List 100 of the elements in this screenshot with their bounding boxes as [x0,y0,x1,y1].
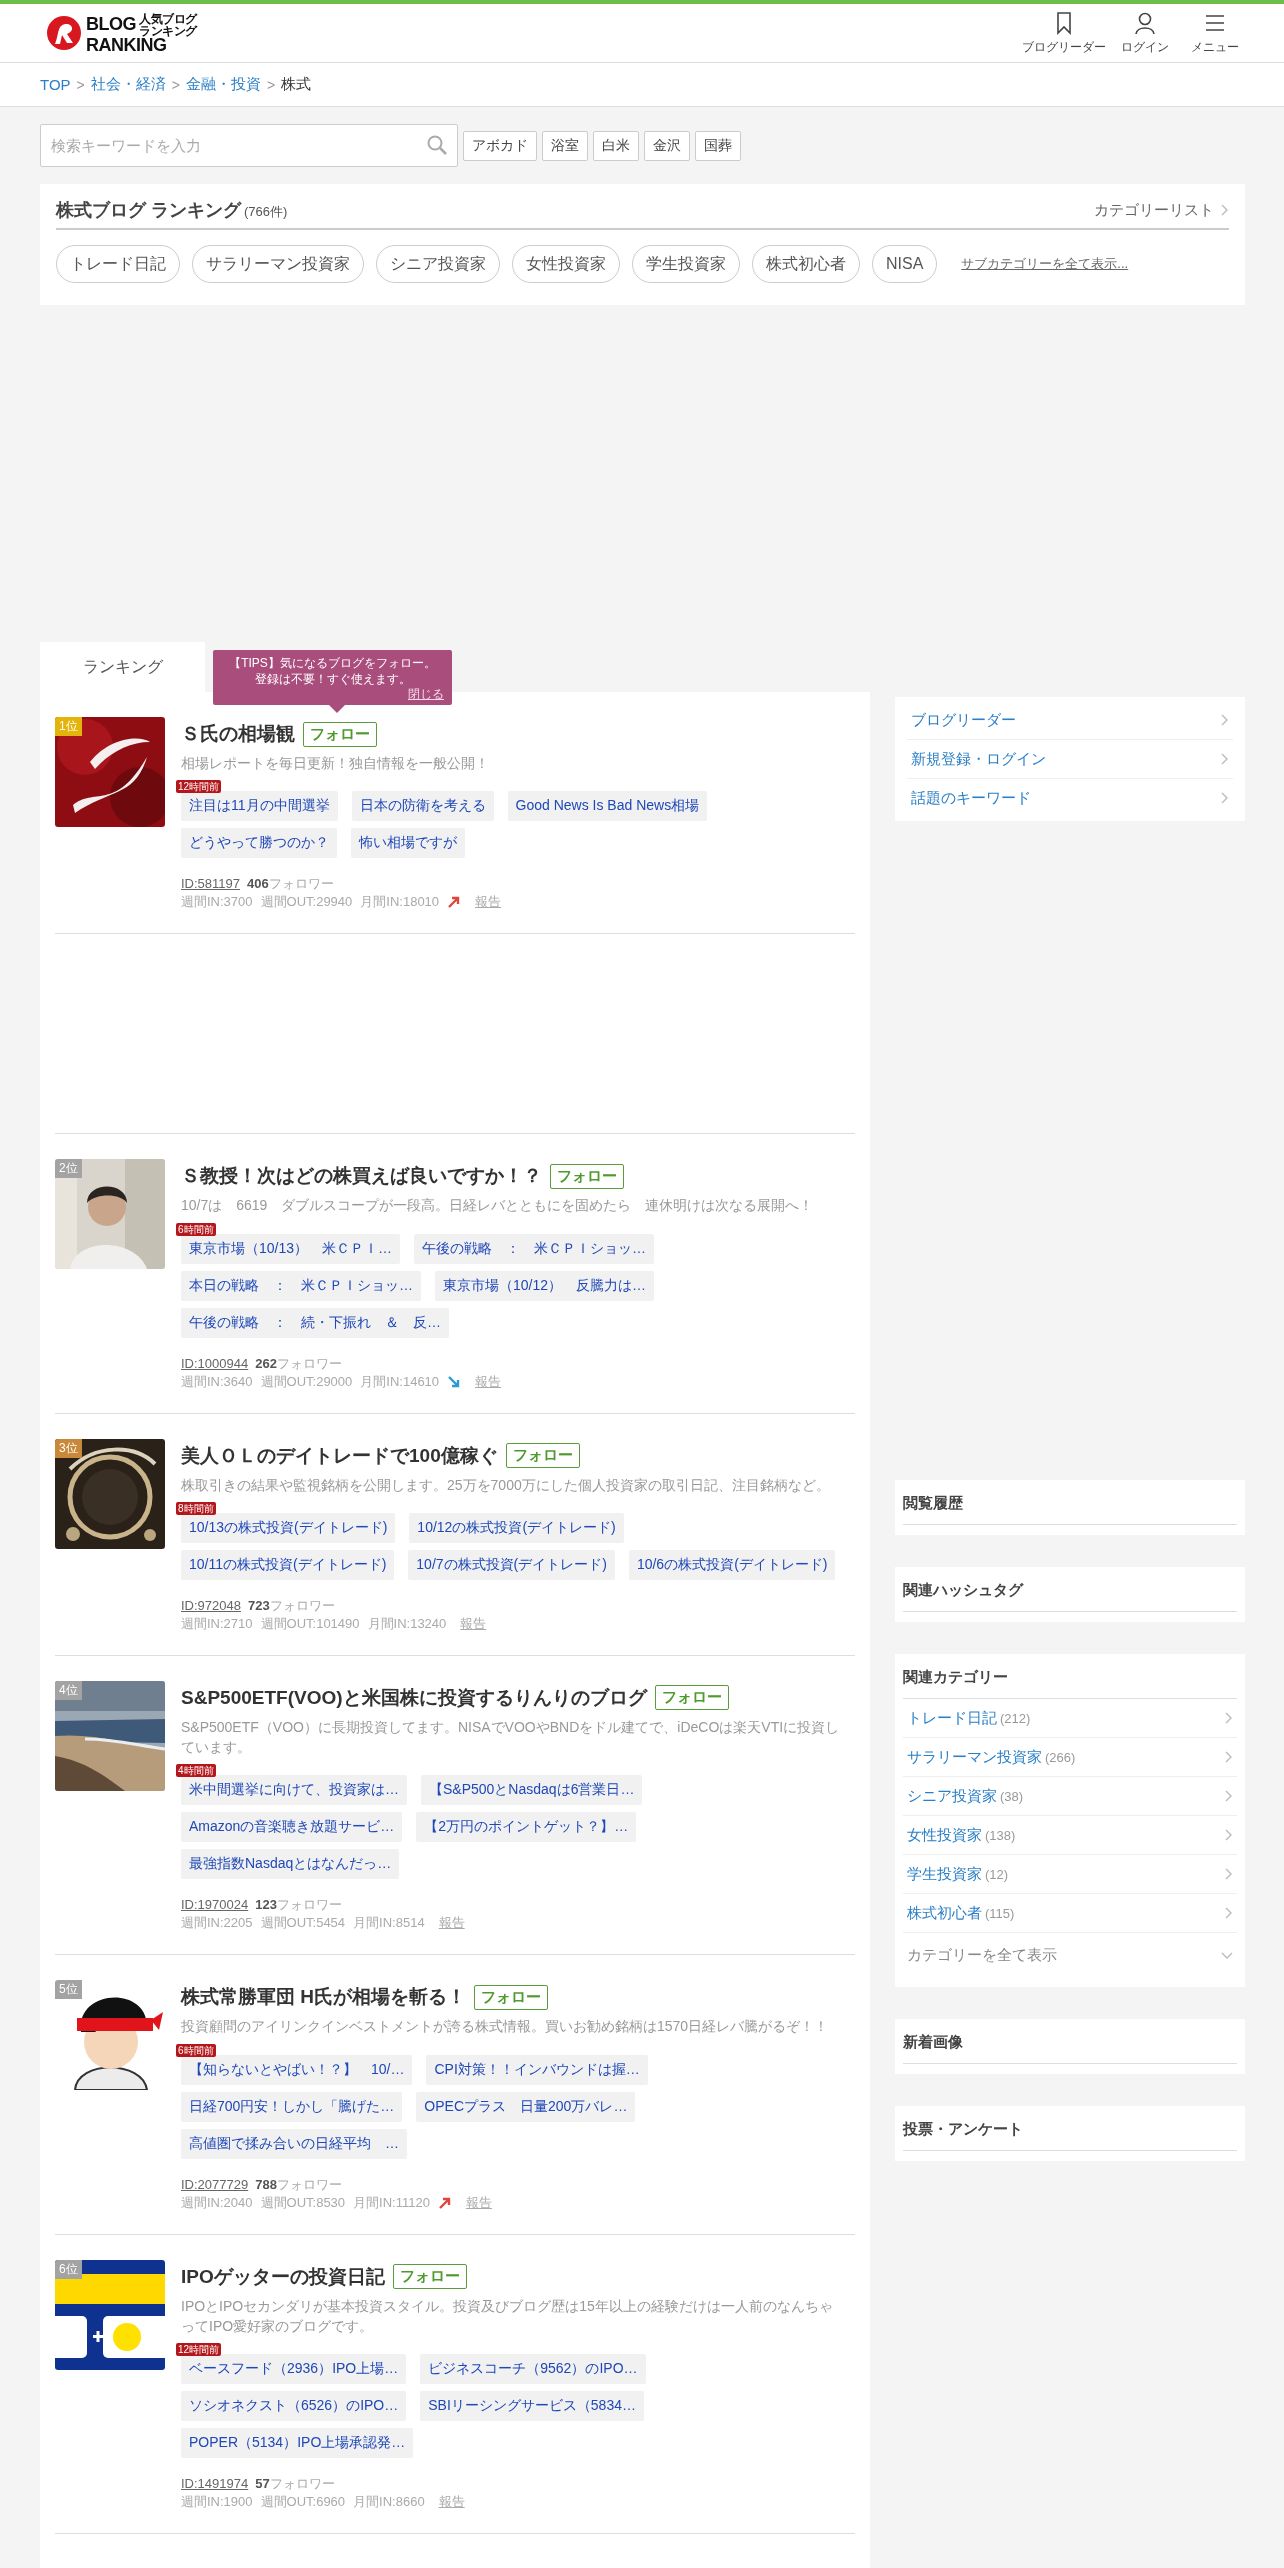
blog-title[interactable]: Ｓ氏の相場観 [181,721,295,747]
breadcrumb-link[interactable]: TOP [40,76,71,93]
subcategory-pill[interactable]: トレード日記 [56,245,180,283]
tab[interactable]: ランキング [40,642,205,692]
category-link[interactable]: 女性投資家 (138) [903,1816,1237,1855]
sidebar-link[interactable]: ブログリーダー [907,701,1233,740]
keyword-chip[interactable]: 浴室 [542,130,588,161]
article-link[interactable]: 高値圏で揉み合いの日経平均 … [181,2128,407,2159]
article-link[interactable]: 怖い相場ですが [351,828,465,859]
category-link[interactable]: 学生投資家 (12) [903,1855,1237,1894]
article-link[interactable]: 日経700円安！しかし「騰げた… [181,2091,403,2122]
article-link[interactable]: SBIリーシングサービス（5834… [420,2391,644,2422]
category-name: トレード日記 [907,1708,997,1728]
blog-description: S&P500ETF（VOO）に長期投資してます。NISAでVOOやBNDをドル建てで、iDeCOは楽天VTIに投資しています。 [181,1717,841,1758]
subcategory-pill[interactable]: サラリーマン投資家 [192,245,364,283]
category-count: (12) [985,1866,1010,1882]
subcategory-pill[interactable]: シニア投資家 [376,245,500,283]
sidebar-link[interactable]: 新規登録・ログイン [907,740,1233,779]
sidebar-link[interactable]: 話題のキーワード [907,779,1233,817]
article-link[interactable]: CPI対策！！インバウンドは握… [426,2054,648,2085]
blog-title[interactable]: 美人ＯＬのデイトレードで100億稼ぐ [181,1442,498,1469]
section-title: 新着画像 [903,2033,1237,2064]
nav-button[interactable]: ログイン [1110,10,1180,56]
category-link[interactable]: サラリーマン投資家 (266) [903,1738,1237,1777]
category-link[interactable]: シニア投資家 (38) [903,1777,1237,1816]
breadcrumb-link[interactable]: 金融・投資 [185,75,261,94]
follower-count: 57 [255,2476,270,2492]
rank-badge: 6位 [55,2259,82,2279]
article-link[interactable]: 10/6の株式投資(デイトレード) [628,1549,836,1580]
article-link[interactable]: 【S&P500とNasdaqは6営業日… [421,1775,643,1806]
article-link[interactable]: Good News Is Bad News相場 [507,791,708,822]
keyword-chip[interactable]: 国葬 [695,130,741,161]
article-link[interactable]: どうやって勝つのか？ [181,828,337,859]
article-link[interactable]: 10/7の株式投資(デイトレード) [408,1549,615,1580]
tip-text: 【TIPS】気になるブログをフォロー。 [228,655,437,671]
category-name: サラリーマン投資家 [907,1747,1042,1767]
blog-title[interactable]: Ｓ教授！次はどの株買えば良いですか！？ [181,1163,542,1190]
article-link[interactable]: 米中間選挙に向けて、投資家は… [181,1775,407,1806]
article-link[interactable]: 【2万円のポイントゲット？】… [416,1812,637,1843]
article-link[interactable]: 10/12の株式投資(デイトレード) [409,1512,624,1543]
subcategory-pill[interactable]: 学生投資家 [632,245,740,283]
subcategory-pill[interactable]: 株式初心者 [752,245,860,283]
blog-id-link[interactable]: ID:1000944 [181,1355,249,1371]
article-link[interactable]: 午後の戦略 ： 続・下振れ ＆ 反… [181,1307,449,1338]
article-link[interactable]: 注目は11月の中間選挙 [181,791,338,822]
article-link[interactable]: OPECプラス 日量200万バレ… [416,2091,636,2122]
blog-title[interactable]: S&P500ETF(VOO)と米国株に投資するりんりのブログ [181,1684,647,1711]
updated-badge: 8時間前 [176,1501,216,1515]
weekly-in: 週間IN:1900 [181,2493,253,2512]
category-link[interactable]: トレード日記 (212) [903,1699,1237,1738]
search-field[interactable]: 検索キーワードを入力 [40,124,458,167]
article-link[interactable]: 午後の戦略 ： 米ＣＰＩショッ… [414,1233,655,1264]
updated-badge: 4時間前 [176,1764,216,1778]
blog-title[interactable]: IPOゲッターの投資日記 [181,2263,385,2290]
article-link[interactable]: 日本の防衛を考える [351,791,494,822]
follower-label: フォロワー [276,1897,342,1913]
keyword-chip[interactable]: 金沢 [644,130,690,161]
keyword-chip[interactable]: 白米 [593,130,639,161]
blog-id-link[interactable]: ID:1970024 [181,1897,249,1913]
weekly-in: 週間IN:2710 [181,1614,253,1633]
logo-text: BLOG [86,16,136,33]
follow-button[interactable]: フォロー [474,1985,548,2010]
category-count: (266) [1045,1749,1077,1765]
follow-button[interactable]: フォロー [550,1163,624,1189]
blog-title[interactable]: 株式常勝軍団 H氏が相場を斬る！ [181,1984,466,2011]
article-link[interactable]: POPER（5134）IPO上場承認発… [181,2428,414,2459]
breadcrumb-link[interactable]: 社会・経済 [90,75,166,94]
article-link[interactable]: ベースフード（2936）IPO上場… [181,2354,407,2385]
follow-button[interactable]: フォロー [392,2264,467,2290]
article-link[interactable]: ソシオネクスト（6526）のIPO… [181,2391,407,2422]
search-icon[interactable] [426,134,448,156]
section-title: 関連ハッシュタグ [903,1581,1237,1612]
breadcrumb-current: 株式 [281,75,312,94]
chevron-down-icon [1221,1950,1233,1960]
show-all-categories-link[interactable]: カテゴリーを全て表示 [903,1933,1237,1977]
subcategory-pill[interactable]: 女性投資家 [512,245,620,283]
blog-id-link[interactable]: ID:2077729 [181,2176,249,2192]
blog-id-link[interactable]: ID:581197 [181,876,241,892]
category-list-link[interactable]: カテゴリーリスト [1094,200,1229,220]
article-link[interactable]: 10/11の株式投資(デイトレード) [181,1549,395,1580]
blog-id-link[interactable]: ID:972048 [181,1597,241,1613]
nav-button[interactable]: ブログリーダー [1018,10,1110,56]
article-link[interactable]: Amazonの音楽聴き放題サービ… [181,1812,403,1843]
keyword-chip[interactable]: アボカド [463,130,537,161]
nav-button[interactable]: メニュー [1180,10,1250,56]
follow-button[interactable]: フォロー [654,1685,729,1711]
chevron-icon [1224,1829,1233,1841]
follow-button[interactable]: フォロー [303,721,377,747]
article-link[interactable]: 東京市場（10/12） 反騰力は… [435,1270,655,1301]
category-link[interactable]: 株式初心者 (115) [903,1894,1237,1933]
weekly-in: 週間IN:3700 [181,893,253,912]
article-link[interactable]: 本日の戦略 ： 米ＣＰＩショッ… [181,1270,421,1301]
blog-id-link[interactable]: ID:1491974 [181,2476,249,2492]
subcategory-pill[interactable]: NISA [872,245,938,283]
article-link[interactable]: 最強指数Nasdaqとはなんだっ… [181,1849,400,1880]
weekly-in: 週間IN:2040 [181,2193,253,2212]
follow-button[interactable]: フォロー [505,1443,580,1469]
close-link[interactable]: 閉じる [213,687,452,701]
article-link[interactable]: ビジネスコーチ（9562）のIPO… [420,2354,646,2385]
show-all-link[interactable]: サブカテゴリーを全て表示... [961,255,1129,273]
